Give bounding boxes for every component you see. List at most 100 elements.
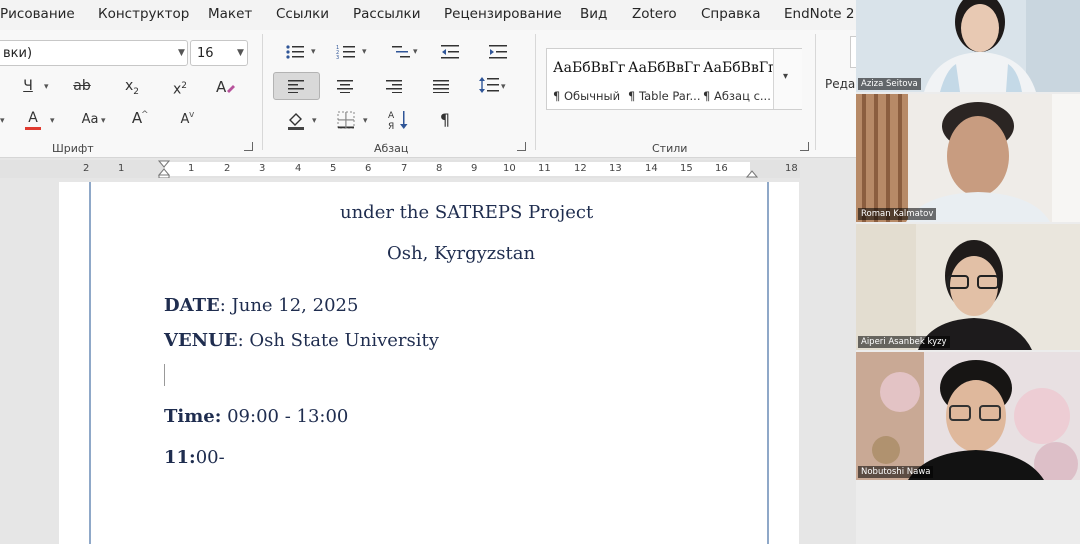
slot-label: 11: [164, 447, 196, 468]
underline-button[interactable]: Ч [20, 76, 36, 96]
styles-dialog-launcher-icon[interactable] [800, 142, 809, 151]
tab-drawing[interactable]: Рисование [0, 6, 75, 22]
participant-tile[interactable]: Aziza Seitova [856, 0, 1080, 92]
tab-help[interactable]: Справка [701, 6, 760, 22]
change-case-button[interactable]: Aa [79, 110, 101, 130]
justify-icon[interactable] [433, 79, 449, 93]
participant-name: Aiperi Asanbek kyzy [858, 336, 950, 348]
style-name: ¶ Обычный [553, 89, 621, 103]
indent-marker-icon[interactable] [158, 160, 170, 178]
increase-indent-icon[interactable] [489, 44, 507, 60]
style-list-paragraph[interactable]: АаБбВвГг ¶ Абзац с... [697, 49, 775, 109]
date-value: : June 12, 2025 [219, 295, 359, 316]
right-indent-marker-icon[interactable] [746, 168, 758, 178]
text-effects-icon[interactable]: A [215, 77, 235, 97]
font-dialog-launcher-icon[interactable] [244, 142, 253, 151]
doc-date-line: DATE: June 12, 2025 [164, 295, 358, 316]
horizontal-ruler[interactable]: 2 1 1 2 3 4 5 6 7 8 9 10 11 12 13 14 15 … [0, 160, 800, 178]
tab-design[interactable]: Конструктор [98, 6, 189, 22]
style-name: ¶ Table Par... [628, 89, 701, 103]
subscript-button[interactable]: x2 [124, 76, 140, 102]
document-page[interactable] [59, 182, 799, 544]
participant-name: Aziza Seitova [858, 78, 921, 90]
ruler-number: 5 [330, 163, 337, 174]
participant-name: Roman Kalmatov [858, 208, 937, 220]
doc-slot-line: 11:00- [164, 447, 225, 468]
tab-view[interactable]: Вид [580, 6, 607, 22]
tab-layout[interactable]: Макет [208, 6, 252, 22]
chevron-down-icon[interactable]: ▾ [44, 82, 49, 92]
chevron-down-icon[interactable]: ▾ [312, 116, 317, 126]
ruler-number: 6 [365, 163, 372, 174]
paragraph-dialog-launcher-icon[interactable] [517, 142, 526, 151]
participant-tile[interactable]: Roman Kalmatov [856, 94, 1080, 222]
tab-endnote[interactable]: EndNote 21 [784, 6, 856, 22]
style-table-paragraph[interactable]: АаБбВвГг ¶ Table Par... [622, 49, 701, 109]
venue-label: VENUE [164, 330, 238, 351]
group-divider [535, 34, 536, 150]
svg-text:3: 3 [336, 55, 339, 60]
align-center-icon[interactable] [337, 79, 353, 93]
style-sample: АаБбВвГг [553, 60, 626, 76]
participant-tile[interactable]: Nobutoshi Nawa [856, 352, 1080, 480]
styles-gallery: АаБбВвГг ¶ Обычный АаБбВвГг ¶ Table Par.… [546, 48, 802, 110]
svg-text:A: A [216, 78, 227, 96]
ruler-number: 11 [538, 163, 551, 174]
chevron-down-icon[interactable]: ▾ [0, 116, 5, 126]
show-formatting-marks-button[interactable]: ¶ [438, 110, 452, 130]
participant-video [856, 224, 1080, 350]
tab-zotero[interactable]: Zotero [632, 6, 677, 22]
styles-more-button[interactable]: ▾ [773, 49, 802, 109]
ruler-number: 4 [295, 163, 302, 174]
doc-location: Osh, Kyrgyzstan [387, 243, 536, 264]
tab-mailings[interactable]: Рассылки [353, 6, 420, 22]
participant-name: Nobutoshi Nawa [858, 466, 934, 478]
tab-review[interactable]: Рецензирование [444, 6, 562, 22]
style-name: ¶ Абзац с... [703, 89, 771, 103]
ruler-number: 9 [471, 163, 478, 174]
sort-icon[interactable]: A Я [388, 109, 410, 131]
date-label: DATE [164, 295, 220, 316]
borders-icon[interactable] [337, 111, 355, 129]
chevron-down-icon[interactable]: ▼ [237, 48, 244, 58]
chevron-down-icon[interactable]: ▼ [178, 48, 185, 58]
bullets-icon[interactable] [285, 44, 305, 60]
tab-references[interactable]: Ссылки [276, 6, 329, 22]
chevron-down-icon[interactable]: ▾ [101, 116, 106, 126]
font-group-label: Шрифт [52, 142, 94, 155]
style-normal[interactable]: АаБбВвГг ¶ Обычный [547, 49, 626, 109]
participant-video [856, 94, 1080, 222]
numbering-icon[interactable]: 1 2 3 [336, 44, 356, 60]
chevron-down-icon[interactable]: ▾ [362, 47, 367, 57]
svg-text:Я: Я [388, 122, 394, 131]
chevron-down-icon[interactable]: ▾ [501, 82, 506, 92]
chevron-down-icon: ▾ [783, 71, 789, 82]
svg-text:A: A [388, 111, 395, 121]
chevron-down-icon[interactable]: ▾ [311, 47, 316, 57]
font-color-button[interactable]: A [26, 108, 40, 128]
page-border-right [767, 182, 769, 544]
doc-time-line: Time: 09:00 - 13:00 [164, 406, 348, 427]
ruler-number: 13 [609, 163, 622, 174]
video-call-panel: Aziza Seitova Roman Kalmatov Aiperi Asan… [856, 0, 1080, 544]
page-border-left [89, 182, 91, 544]
chevron-down-icon[interactable]: ▾ [363, 116, 368, 126]
participant-tile[interactable]: Aiperi Asanbek kyzy [856, 224, 1080, 350]
shading-icon[interactable] [286, 110, 306, 130]
chevron-down-icon[interactable]: ▾ [413, 47, 418, 57]
caret-up-icon: ^ [141, 110, 149, 120]
align-right-icon[interactable] [386, 79, 402, 93]
font-name-combo[interactable]: вки) [0, 40, 188, 66]
ruler-number: 15 [680, 163, 693, 174]
line-spacing-icon[interactable] [479, 76, 499, 94]
chevron-down-icon[interactable]: ▾ [50, 116, 55, 126]
strikethrough-button[interactable]: ab [72, 76, 92, 96]
caret-down-icon: v [189, 110, 195, 120]
editing-group-label[interactable]: Редак [825, 77, 856, 91]
participant-video [856, 352, 1080, 480]
decrease-indent-icon[interactable] [441, 44, 459, 60]
superscript-digit: 2 [181, 81, 188, 91]
superscript-button[interactable]: x2 [172, 76, 188, 100]
doc-subtitle: under the SATREPS Project [340, 202, 594, 223]
multilevel-list-icon[interactable] [392, 44, 412, 60]
